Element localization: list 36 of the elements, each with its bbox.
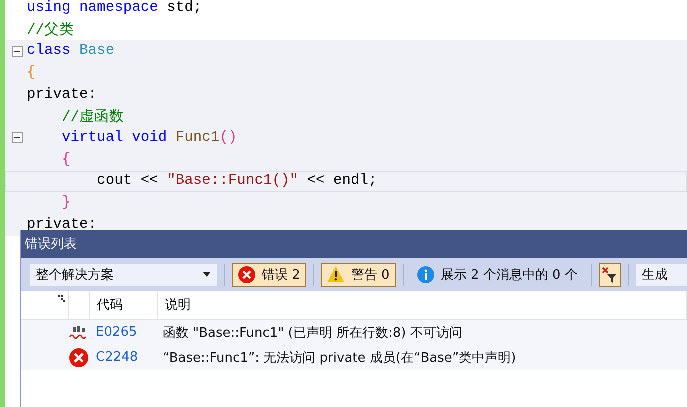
code-line: cout << "Base::Func1()" << endl; (96, 173, 378, 190)
caret-icon (203, 272, 211, 277)
collapse-icon[interactable] (12, 46, 23, 57)
code-line: private: (27, 216, 98, 233)
panel-title: 错误列表 (25, 236, 77, 253)
filter-button[interactable]: 警告 0 (321, 262, 396, 286)
column-header[interactable]: 说明 (165, 296, 191, 314)
code-line: //父类 (27, 21, 75, 40)
code-line: virtual void Func1() (61, 130, 238, 146)
spell-check-icon (69, 324, 89, 340)
error-code-link[interactable]: E0265 (96, 325, 138, 340)
error-description: “Base::Func1”: 无法访问 private 成员(在“Base”类中声明) (163, 350, 516, 366)
error-code-link[interactable]: C2248 (96, 350, 138, 365)
error-description: 函数 "Base::Func1" (已声明 所在行数:8) 不可访问 (163, 324, 462, 342)
code-line: } (61, 195, 71, 212)
code-line: class Base (27, 43, 115, 60)
build-dropdown[interactable]: 生成 (636, 264, 687, 286)
scope-dropdown[interactable]: 整个解决方案 (30, 264, 217, 286)
error-icon (238, 266, 256, 284)
code-line: { (61, 152, 71, 168)
code-line: //虚函数 (61, 108, 125, 126)
column-options-icon[interactable] (58, 295, 65, 302)
code-line: private: (27, 86, 98, 103)
filter-button[interactable]: 错误 2 (232, 262, 306, 286)
filter-clear-icon (602, 266, 618, 282)
filter-button[interactable]: 展示 2 个消息中的 0 个 (410, 262, 584, 286)
warning-icon (327, 266, 346, 283)
info-icon (416, 266, 435, 284)
error-row[interactable]: E0265 函数 "Base::Func1" (已声明 所在行数:8) 不可访问 (21, 320, 687, 345)
code-line: { (27, 64, 36, 81)
code-line: using namespace std; (27, 0, 202, 16)
column-header[interactable]: 代码 (97, 296, 123, 314)
clear-filter-button[interactable] (598, 262, 621, 286)
collapse-icon[interactable] (12, 132, 23, 144)
error-icon (69, 348, 89, 368)
error-row[interactable]: C2248 “Base::Func1”: 无法访问 private 成员(在“Base”类中声明) (21, 345, 687, 370)
